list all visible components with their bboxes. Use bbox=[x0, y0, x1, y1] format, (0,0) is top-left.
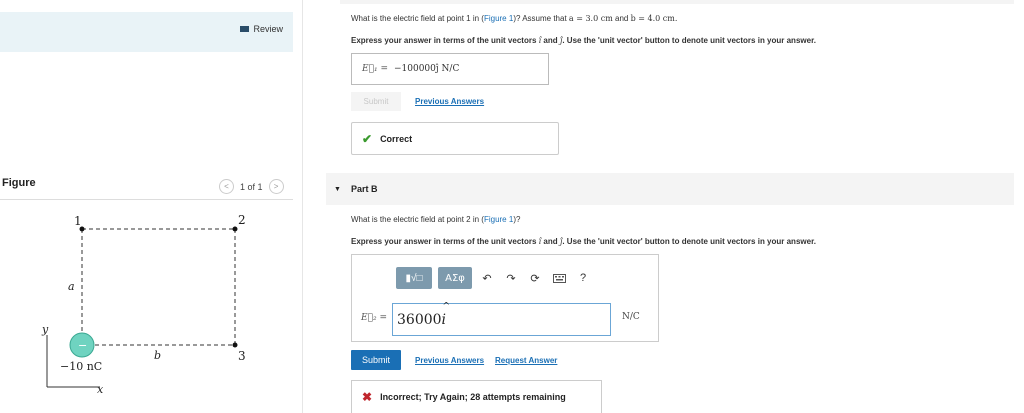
help-icon[interactable]: ? bbox=[574, 267, 592, 289]
part-b-answer-input[interactable]: 36000i bbox=[392, 302, 611, 336]
instruction-pre: Express your answer in terms of the unit… bbox=[351, 36, 539, 45]
part-b-question-suffix: )? bbox=[513, 215, 521, 224]
next-figure-button[interactable]: > bbox=[268, 179, 284, 194]
b-value: b = 4.0 cm. bbox=[630, 14, 678, 23]
templates-button[interactable]: ▮√□ bbox=[396, 267, 432, 289]
part-b-submit-button[interactable]: Submit bbox=[351, 350, 401, 370]
figure-panel: Review Figure < 1 of 1 > 1 2 3 a b y x −… bbox=[0, 0, 303, 413]
part-a-question-suffix: )? Assume that bbox=[513, 14, 569, 23]
part-a-question: What is the electric field at point 1 in… bbox=[351, 14, 677, 23]
part-a-figure-link[interactable]: Figure 1 bbox=[484, 14, 513, 23]
point-2-dot bbox=[232, 226, 238, 232]
part-b-figure-link[interactable]: Figure 1 bbox=[484, 215, 513, 224]
and-text: and bbox=[612, 14, 631, 23]
dimension-a-label: a bbox=[68, 280, 75, 293]
part-a-previous-answers-link[interactable]: Previous Answers bbox=[415, 97, 484, 106]
editor-toolbar: ▮√□ ΑΣφ ↶ ↷ ⟳ ? bbox=[396, 267, 592, 289]
instruction-and: and bbox=[541, 237, 560, 246]
part-a-answer-value: −100000ĵ N/C bbox=[393, 64, 460, 74]
point-3-label: 3 bbox=[238, 349, 246, 363]
y-axis-label: y bbox=[41, 323, 49, 336]
point-1-label: 1 bbox=[74, 214, 82, 228]
a-value: a = 3.0 cm bbox=[568, 14, 613, 23]
part-a-answer-box: E⃗₁ = −100000ĵ N/C bbox=[351, 53, 549, 85]
checkmark-icon: ✔ bbox=[362, 131, 373, 146]
charge-label: −10 nC bbox=[60, 360, 102, 373]
part-a-question-prefix: What is the electric field at point 1 in… bbox=[351, 14, 484, 23]
instruction-post: . Use the 'unit vector' button to denote… bbox=[562, 237, 816, 246]
x-axis-label: x bbox=[97, 383, 104, 396]
redo-icon[interactable]: ↷ bbox=[502, 267, 520, 289]
figure-page-count: 1 of 1 bbox=[240, 181, 263, 192]
undo-icon[interactable]: ↶ bbox=[478, 267, 496, 289]
part-a-feedback-text: Correct bbox=[380, 133, 413, 144]
part-a-instruction: Express your answer in terms of the unit… bbox=[351, 36, 816, 45]
review-label: Review bbox=[253, 24, 283, 34]
keyboard-icon[interactable] bbox=[550, 267, 568, 289]
point-3-dot bbox=[232, 342, 238, 348]
top-strip bbox=[340, 0, 1014, 4]
part-b-title: Part B bbox=[350, 184, 378, 194]
instruction-and: and bbox=[541, 36, 560, 45]
part-b-feedback: ✖ Incorrect; Try Again; 28 attempts rema… bbox=[351, 380, 602, 413]
e1-label: E⃗₁ = bbox=[362, 64, 388, 74]
figure-pager: < 1 of 1 > bbox=[219, 179, 284, 194]
question-panel: What is the electric field at point 1 in… bbox=[303, 0, 1024, 413]
greek-symbols-button[interactable]: ΑΣφ bbox=[438, 267, 472, 289]
review-bar: Review bbox=[0, 12, 293, 52]
instruction-post: . Use the 'unit vector' button to denote… bbox=[562, 36, 816, 45]
figure-diagram: 1 2 3 a b y x − −10 nC bbox=[41, 213, 246, 396]
figure-divider bbox=[0, 199, 293, 200]
math-editor: ▮√□ ΑΣφ ↶ ↷ ⟳ ? E⃗₂ = 36000i N/C bbox=[351, 254, 659, 342]
answer-number: 36000 bbox=[397, 311, 442, 328]
e2-label: E⃗₂ = bbox=[361, 313, 387, 323]
part-b-question: What is the electric field at point 2 in… bbox=[351, 215, 520, 224]
request-answer-link[interactable]: Request Answer bbox=[495, 356, 557, 365]
dimension-b-label: b bbox=[154, 349, 161, 362]
part-b-header[interactable]: ▼ Part B bbox=[326, 173, 1014, 205]
part-b-question-prefix: What is the electric field at point 2 in… bbox=[351, 215, 484, 224]
part-a-feedback: ✔ Correct bbox=[351, 122, 559, 155]
collapse-triangle-icon[interactable]: ▼ bbox=[334, 186, 341, 193]
part-b-instruction: Express your answer in terms of the unit… bbox=[351, 237, 816, 246]
part-b-feedback-text: Incorrect; Try Again; 28 attempts remain… bbox=[380, 392, 566, 402]
figure-heading: Figure bbox=[2, 177, 36, 189]
prev-figure-button[interactable]: < bbox=[219, 179, 234, 194]
reset-icon[interactable]: ⟳ bbox=[526, 267, 544, 289]
answer-unit-vector: i bbox=[442, 302, 452, 328]
instruction-pre: Express your answer in terms of the unit… bbox=[351, 237, 539, 246]
point-2-label: 2 bbox=[238, 213, 246, 227]
part-a-submit-button: Submit bbox=[351, 92, 401, 111]
review-button[interactable]: Review bbox=[240, 24, 283, 34]
unit-label: N/C bbox=[622, 312, 640, 322]
book-icon bbox=[240, 26, 250, 32]
part-b-previous-answers-link[interactable]: Previous Answers bbox=[415, 356, 484, 365]
charge-sign: − bbox=[78, 339, 87, 352]
x-icon: ✖ bbox=[362, 390, 373, 404]
